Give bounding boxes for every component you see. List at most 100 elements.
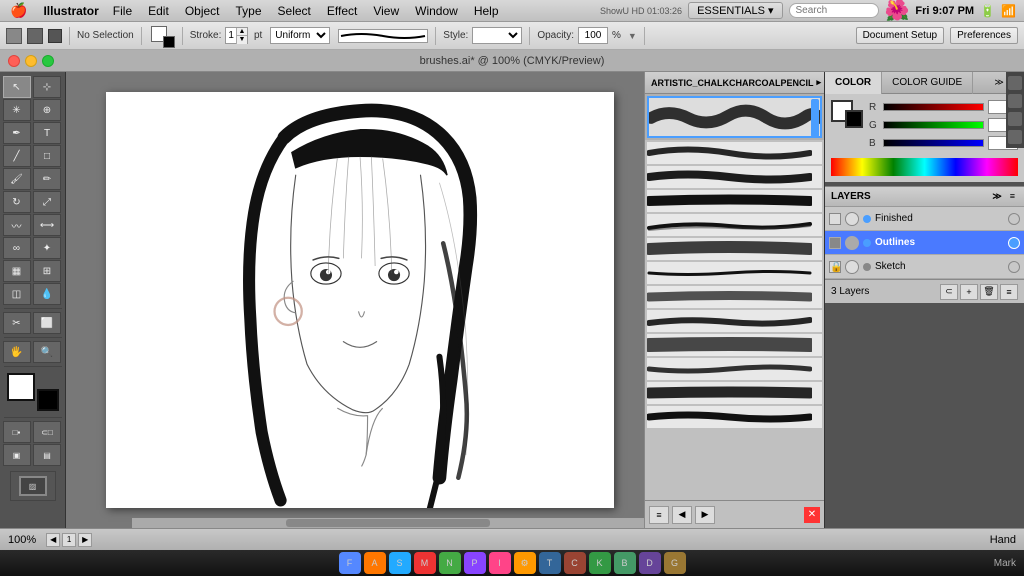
opacity-arrow[interactable]: ▼ [628, 31, 637, 41]
brush-item-5[interactable] [647, 238, 822, 260]
layer-eye-finished[interactable] [845, 212, 859, 226]
dock-icon7[interactable]: ⚙ [514, 552, 536, 574]
layer-item-finished[interactable]: Finished [825, 207, 1024, 231]
nav-next-btn[interactable]: ▶ [78, 533, 92, 547]
column-graph-tool[interactable]: ▦ [3, 260, 31, 282]
magic-wand-tool[interactable]: ✳ [3, 99, 31, 121]
dock-icon10[interactable]: K [589, 552, 611, 574]
zoom-tool[interactable]: 🔍 [33, 341, 61, 363]
hand-tool[interactable]: 🖐 [3, 341, 31, 363]
type-menu[interactable]: Type [228, 0, 270, 22]
help-menu[interactable]: Help [466, 0, 507, 22]
selected-brush-preview[interactable] [647, 96, 822, 138]
eyedropper-tool[interactable]: 💧 [33, 283, 61, 305]
maximize-button[interactable] [42, 55, 54, 67]
paintbrush-tool[interactable]: 🖌 [3, 168, 31, 190]
dock-icon3[interactable]: M [414, 552, 436, 574]
layer-eye-sketch[interactable] [845, 260, 859, 274]
brush-nav-back[interactable]: ◀ [672, 506, 692, 524]
brush-item-2[interactable] [647, 166, 822, 188]
dock-icon6[interactable]: I [489, 552, 511, 574]
brush-item-8[interactable] [647, 310, 822, 332]
brush-item-9[interactable] [647, 334, 822, 356]
view-menu[interactable]: View [365, 0, 407, 22]
search-input[interactable] [789, 3, 879, 18]
dock-icon13[interactable]: G [664, 552, 686, 574]
opacity-input[interactable] [578, 27, 608, 44]
gradient-tool[interactable]: ◫ [3, 283, 31, 305]
dock-icon8[interactable]: T [539, 552, 561, 574]
dock-icon1[interactable]: A [364, 552, 386, 574]
stroke-stepper[interactable]: 1 ▲ ▼ [225, 27, 248, 44]
scale-tool[interactable]: ⤢ [33, 191, 61, 213]
lasso-tool[interactable]: ⊕ [33, 99, 61, 121]
warp-tool[interactable]: 〰 [3, 214, 31, 236]
g-slider[interactable] [883, 121, 984, 129]
brush-item-7[interactable] [647, 286, 822, 308]
width-tool[interactable]: ⟷ [33, 214, 61, 236]
dock-icon12[interactable]: D [639, 552, 661, 574]
color-indicator[interactable] [149, 24, 175, 48]
rotate-tool[interactable]: ↻ [3, 191, 31, 213]
draw-inside[interactable]: ⊂□ [33, 421, 61, 443]
stroke-down[interactable]: ▼ [237, 36, 247, 44]
brush-item-3[interactable] [647, 190, 822, 212]
select-menu[interactable]: Select [270, 0, 319, 22]
color-spectrum[interactable] [831, 158, 1018, 176]
apple-menu[interactable]: 🍎 [0, 2, 37, 19]
dock-icon11[interactable]: B [614, 552, 636, 574]
h-scrollbar[interactable] [132, 518, 644, 528]
layers-expand[interactable]: ≫ [989, 191, 1004, 202]
sidebar-icon1[interactable] [1008, 76, 1022, 90]
mesh-tool[interactable]: ⊞ [33, 260, 61, 282]
sidebar-icon2[interactable] [1008, 94, 1022, 108]
canvas-area[interactable] [66, 72, 644, 528]
stroke-color[interactable] [163, 36, 175, 48]
layer-item-outlines[interactable]: Outlines [825, 231, 1024, 255]
sidebar-icon3[interactable] [1008, 112, 1022, 126]
color-tab[interactable]: COLOR [825, 72, 882, 94]
direct-select-tool[interactable]: ⊹ [33, 76, 61, 98]
layer-options-btn[interactable]: ≡ [1000, 284, 1018, 300]
bg-box[interactable] [845, 110, 863, 128]
draw-mode[interactable]: □▪ [3, 421, 31, 443]
blend-tool[interactable]: ∞ [3, 237, 31, 259]
foreground-color[interactable] [7, 373, 35, 401]
dock-icon5[interactable]: P [464, 552, 486, 574]
brush-nav-fwd[interactable]: ▶ [695, 506, 715, 524]
symbol-tool[interactable]: ✦ [33, 237, 61, 259]
window-menu[interactable]: Window [407, 0, 466, 22]
h-scroll-thumb[interactable] [286, 519, 491, 527]
brush-item-12[interactable] [647, 406, 822, 428]
effect-menu[interactable]: Effect [319, 0, 365, 22]
scissors-tool[interactable]: ✂ [3, 312, 31, 334]
line-tool[interactable]: ╱ [3, 145, 31, 167]
shape-tool[interactable]: □ [33, 145, 61, 167]
file-menu[interactable]: File [105, 0, 140, 22]
brush-item-6[interactable] [647, 262, 822, 284]
r-slider[interactable] [883, 103, 984, 111]
brush-item-4[interactable] [647, 214, 822, 236]
dock-icon4[interactable]: N [439, 552, 461, 574]
brush-delete-btn[interactable]: ✕ [804, 507, 820, 523]
tool-extra-btn[interactable]: ▨ [10, 471, 56, 501]
close-button[interactable] [8, 55, 20, 67]
layer-item-sketch[interactable]: 🔒 Sketch [825, 255, 1024, 279]
brand-menu[interactable]: Illustrator [37, 0, 104, 22]
brush-item-11[interactable] [647, 382, 822, 404]
style-select[interactable] [472, 27, 522, 44]
fullscreen[interactable]: ▤ [33, 444, 61, 466]
layer-make-clip-btn[interactable]: ⊂ [940, 284, 958, 300]
change-screen[interactable]: ▣ [3, 444, 31, 466]
dock-finder[interactable]: F [339, 552, 361, 574]
stroke-style-select[interactable]: Uniform [270, 27, 330, 44]
brush-list[interactable] [645, 140, 824, 500]
layer-new-btn[interactable]: + [960, 284, 978, 300]
brush-item-10[interactable] [647, 358, 822, 380]
layer-eye-outlines[interactable] [845, 236, 859, 250]
artboard-tool[interactable]: ⬜ [33, 312, 61, 334]
preferences-button[interactable]: Preferences [950, 27, 1018, 44]
b-slider[interactable] [883, 139, 984, 147]
edit-menu[interactable]: Edit [140, 0, 177, 22]
color-panel-expand[interactable]: ≫ [991, 77, 1006, 88]
